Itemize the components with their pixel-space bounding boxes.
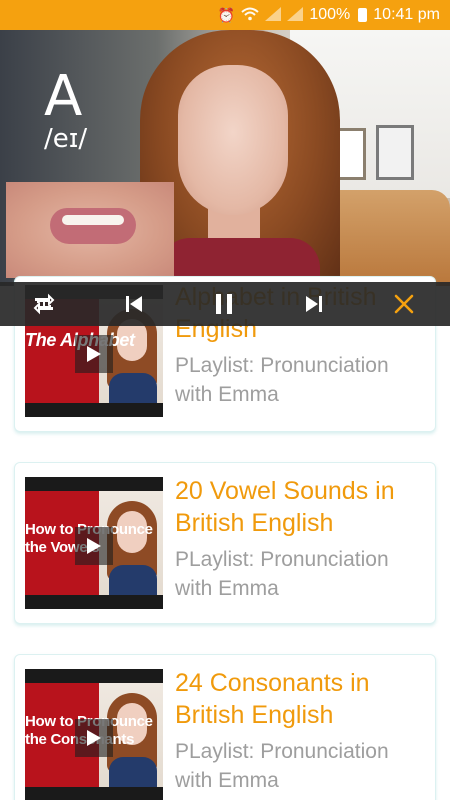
play-icon[interactable] <box>75 719 113 757</box>
video-thumbnail[interactable]: How to Pronounce the Consonants <box>25 669 163 800</box>
battery-percent: 100% <box>309 6 351 23</box>
play-icon[interactable] <box>75 527 113 565</box>
playback-controls <box>0 282 450 326</box>
app-root: ⏰ 100% 10:41 pm A /eɪ/ The English PLayl… <box>0 0 450 800</box>
video-player[interactable]: A /eɪ/ <box>0 30 450 286</box>
video-thumbnail[interactable]: How to Pronounce the Vowels <box>25 477 163 609</box>
video-letter: A <box>44 64 83 129</box>
repeat-icon[interactable] <box>24 282 64 326</box>
video-ipa: /eɪ/ <box>44 124 88 154</box>
signal-icon <box>287 6 304 24</box>
pause-icon[interactable] <box>204 282 244 326</box>
presenter-face <box>178 65 288 215</box>
previous-icon[interactable] <box>114 282 154 326</box>
alarm-icon: ⏰ <box>217 6 236 23</box>
list-item[interactable]: How to Pronounce the Consonants 24 Conso… <box>14 654 436 800</box>
status-time: 10:41 pm <box>373 6 440 23</box>
play-icon[interactable] <box>75 335 113 373</box>
battery-icon <box>358 8 368 22</box>
close-icon[interactable] <box>384 282 424 326</box>
wifi-icon <box>241 7 260 24</box>
next-icon[interactable] <box>294 282 334 326</box>
playlist-label: PLaylist: Pronunciation with Emma <box>175 740 389 792</box>
playlist-label: PLaylist: Pronunciation with Emma <box>175 354 389 406</box>
mouth-teeth <box>62 215 124 225</box>
status-bar: ⏰ 100% 10:41 pm <box>0 0 450 30</box>
photo-frame <box>376 125 414 180</box>
playlist-label: PLaylist: Pronunciation with Emma <box>175 548 389 600</box>
video-title[interactable]: 20 Vowel Sounds in British English <box>175 475 430 539</box>
mouth-closeup <box>6 182 174 278</box>
signal-icon <box>265 6 282 24</box>
video-title[interactable]: 24 Consonants in British English <box>175 667 430 731</box>
mouth-lips <box>50 208 136 244</box>
list-item[interactable]: How to Pronounce the Vowels 20 Vowel Sou… <box>14 462 436 624</box>
